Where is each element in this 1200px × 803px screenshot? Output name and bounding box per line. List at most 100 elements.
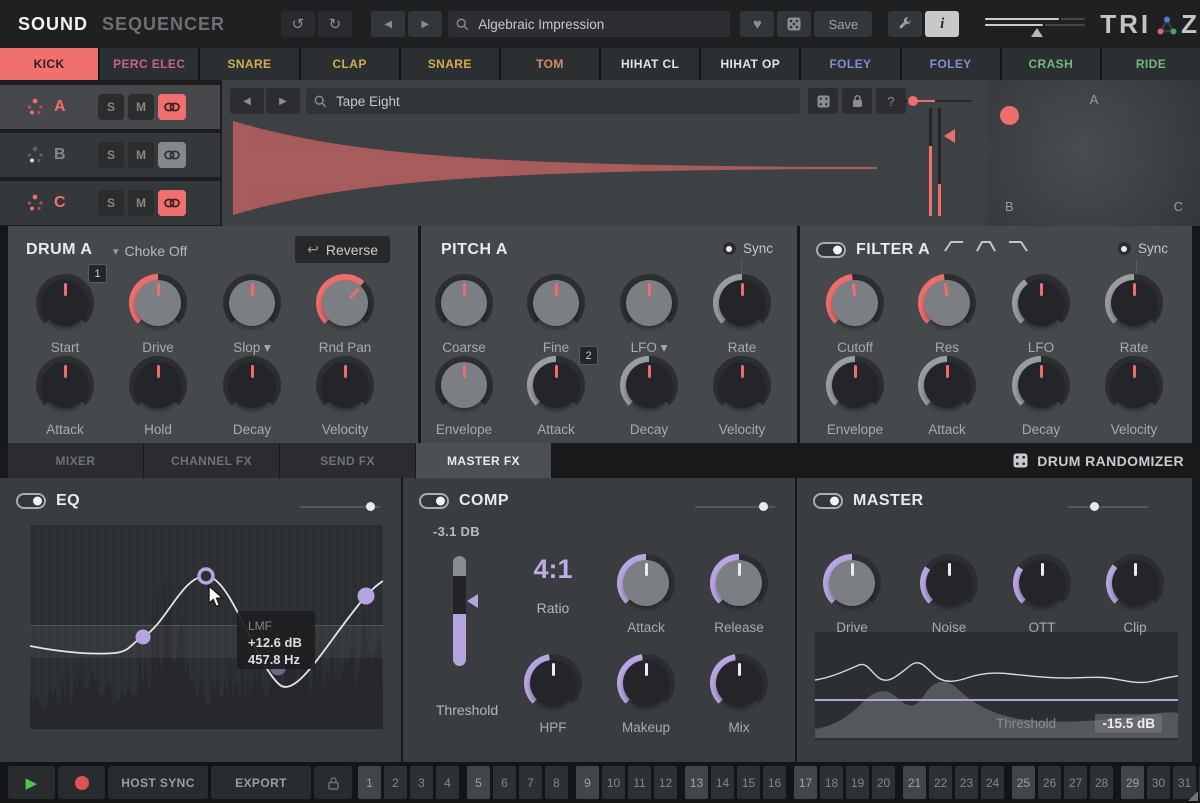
- pad-snare[interactable]: SNARE: [200, 48, 298, 80]
- master-volume-widget[interactable]: [985, 11, 1076, 37]
- comp-mix-slider[interactable]: [695, 502, 775, 511]
- mute-button[interactable]: M: [128, 190, 154, 216]
- eq-point-lm[interactable]: [136, 630, 151, 645]
- knob-fine[interactable]: Fine: [510, 274, 602, 355]
- knob-velocity[interactable]: Velocity: [696, 356, 788, 437]
- knob-attack[interactable]: Attack: [901, 356, 993, 437]
- sample-gain-slider[interactable]: [900, 99, 972, 103]
- master-scope[interactable]: Threshold -15.5 dB: [815, 632, 1178, 740]
- step-20[interactable]: 20: [872, 766, 895, 799]
- sample-waveform[interactable]: [230, 116, 980, 220]
- sample-search-field[interactable]: [306, 88, 800, 114]
- layer-row-b[interactable]: BSM: [0, 133, 220, 177]
- solo-button[interactable]: S: [98, 94, 124, 120]
- pattern-lock-button[interactable]: [314, 766, 352, 799]
- layer-row-a[interactable]: ASM: [0, 85, 220, 129]
- knob-lfo[interactable]: LFO ▾: [603, 274, 695, 356]
- link-button[interactable]: [158, 94, 186, 120]
- knob-attack[interactable]: Attack: [19, 356, 111, 437]
- step-13[interactable]: 13: [685, 766, 708, 799]
- pad-snare[interactable]: SNARE: [401, 48, 499, 80]
- mute-button[interactable]: M: [128, 94, 154, 120]
- knob-decay[interactable]: Decay: [995, 356, 1087, 437]
- next-preset-button[interactable]: ▶: [408, 11, 442, 37]
- step-11[interactable]: 11: [628, 766, 651, 799]
- tab-send-fx[interactable]: SEND FX: [280, 443, 415, 478]
- knob-decay[interactable]: Decay: [206, 356, 298, 437]
- bandpass-filter-icon[interactable]: [975, 238, 997, 254]
- scope-threshold-value[interactable]: -15.5 dB: [1095, 714, 1162, 733]
- pad-perc-elec[interactable]: PERC ELEC: [100, 48, 198, 80]
- step-22[interactable]: 22: [929, 766, 952, 799]
- step-2[interactable]: 2: [384, 766, 407, 799]
- prev-sample-button[interactable]: ◀: [230, 88, 264, 114]
- knob-drive[interactable]: Drive: [806, 554, 898, 635]
- tab-sequencer[interactable]: SEQUENCER: [102, 14, 225, 35]
- step-14[interactable]: 14: [711, 766, 734, 799]
- pad-crash[interactable]: CRASH: [1002, 48, 1100, 80]
- lowpass-filter-icon[interactable]: [1007, 238, 1029, 254]
- pad-kick[interactable]: KICK: [0, 48, 98, 80]
- step-28[interactable]: 28: [1090, 766, 1113, 799]
- step-19[interactable]: 19: [846, 766, 869, 799]
- preset-search-field[interactable]: [448, 11, 730, 37]
- knob-drive[interactable]: Drive: [112, 274, 204, 355]
- knob-velocity[interactable]: Velocity: [299, 356, 391, 437]
- play-button[interactable]: ▶: [8, 766, 55, 799]
- eq-point-lmf-selected[interactable]: [199, 569, 213, 583]
- solo-button[interactable]: S: [98, 190, 124, 216]
- step-5[interactable]: 5: [467, 766, 490, 799]
- pad-foley[interactable]: FOLEY: [801, 48, 899, 80]
- knob-rate[interactable]: Rate: [696, 274, 788, 355]
- knob-rate[interactable]: Rate: [1088, 274, 1180, 355]
- threshold-slider[interactable]: [453, 556, 466, 666]
- layer-row-c[interactable]: CSM: [0, 181, 220, 225]
- knob-envelope[interactable]: Envelope: [418, 356, 510, 437]
- knob-res[interactable]: Res: [901, 274, 993, 355]
- sample-search-input[interactable]: [334, 93, 792, 110]
- slider-handle[interactable]: [908, 96, 918, 106]
- slider-handle[interactable]: [366, 502, 375, 511]
- info-button[interactable]: i: [925, 11, 959, 37]
- tab-mixer[interactable]: MIXER: [8, 443, 143, 478]
- knob-makeup[interactable]: Makeup: [600, 654, 692, 735]
- step-29[interactable]: 29: [1121, 766, 1144, 799]
- slider-handle[interactable]: [1090, 502, 1099, 511]
- knob-hpf[interactable]: HPF: [507, 654, 599, 735]
- export-button[interactable]: EXPORT: [211, 766, 311, 799]
- step-26[interactable]: 26: [1038, 766, 1061, 799]
- ratio-value[interactable]: 4:1: [513, 554, 593, 585]
- step-15[interactable]: 15: [737, 766, 760, 799]
- meter-marker-icon[interactable]: [944, 129, 955, 143]
- solo-button[interactable]: S: [98, 142, 124, 168]
- step-27[interactable]: 27: [1064, 766, 1087, 799]
- knob-lfo[interactable]: LFO: [995, 274, 1087, 355]
- pad-tom[interactable]: TOM: [501, 48, 599, 80]
- knob-clip[interactable]: Clip: [1089, 554, 1181, 635]
- knob-decay[interactable]: Decay: [603, 356, 695, 437]
- step-7[interactable]: 7: [519, 766, 542, 799]
- favorite-button[interactable]: ♥: [740, 11, 774, 37]
- knob-coarse[interactable]: Coarse: [418, 274, 510, 355]
- step-3[interactable]: 3: [410, 766, 433, 799]
- settings-wrench-button[interactable]: [888, 11, 922, 37]
- step-23[interactable]: 23: [955, 766, 978, 799]
- eq-graph[interactable]: LMF +12.6 dB 457.8 Hz: [30, 525, 383, 729]
- reverse-button[interactable]: ↩ Reverse: [295, 236, 390, 263]
- knob-noise[interactable]: Noise: [903, 554, 995, 635]
- eq-mix-slider[interactable]: [300, 502, 380, 511]
- eq-point-hf[interactable]: [358, 588, 375, 605]
- eq-enable-toggle[interactable]: [16, 493, 46, 509]
- knob-hold[interactable]: Hold: [112, 356, 204, 437]
- randomize-preset-button[interactable]: [777, 11, 811, 37]
- step-21[interactable]: 21: [903, 766, 926, 799]
- step-1[interactable]: 1: [358, 766, 381, 799]
- choke-dropdown[interactable]: ▾ Choke Off: [113, 243, 187, 259]
- step-12[interactable]: 12: [654, 766, 677, 799]
- sample-randomize-button[interactable]: [808, 88, 838, 114]
- knob-start[interactable]: 1Start: [19, 274, 111, 355]
- xy-handle[interactable]: [1000, 106, 1019, 125]
- step-17[interactable]: 17: [794, 766, 817, 799]
- step-10[interactable]: 10: [602, 766, 625, 799]
- knob-slop[interactable]: Slop ▾: [206, 274, 298, 356]
